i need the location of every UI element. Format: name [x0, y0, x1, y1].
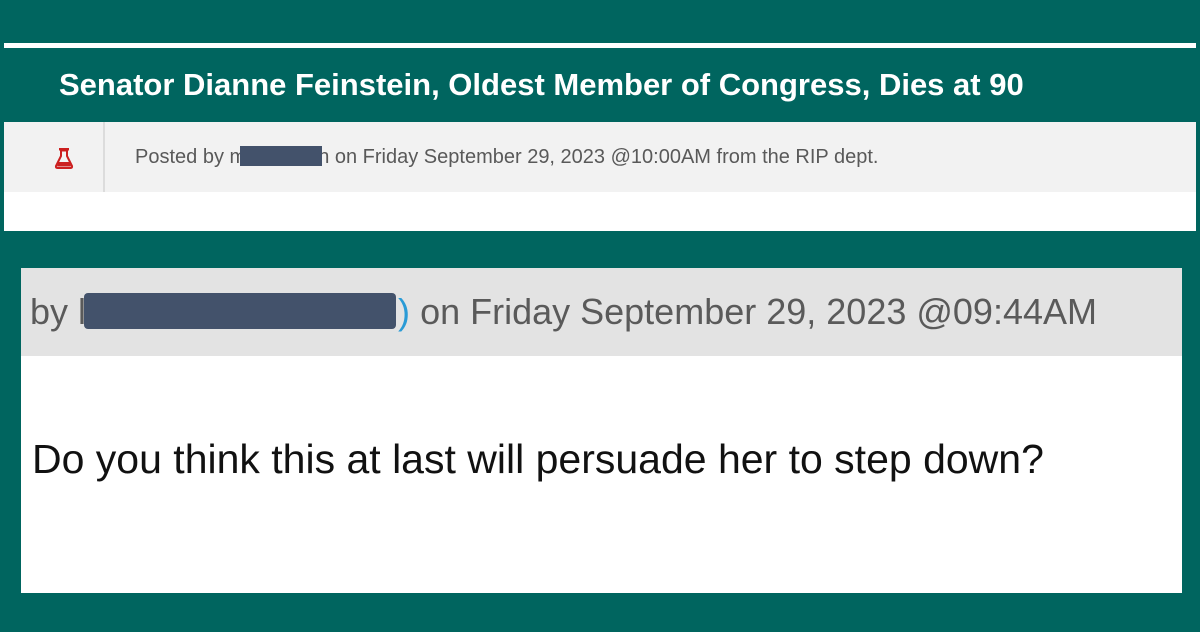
- comment-header: by l) on Friday September 29, 2023 @09:4…: [21, 268, 1182, 356]
- story-meta-bar: Posted by mh on Friday September 29, 202…: [4, 122, 1196, 192]
- comment-by-label: by: [30, 291, 69, 332]
- story-card: Posted by mh on Friday September 29, 202…: [4, 122, 1196, 231]
- flask-icon[interactable]: [53, 147, 75, 169]
- posted-by-line: Posted by mh on Friday September 29, 202…: [135, 122, 878, 192]
- story-title[interactable]: Senator Dianne Feinstein, Oldest Member …: [4, 48, 1196, 122]
- topic-icon-cell[interactable]: [4, 122, 105, 192]
- comment-author-redaction: [84, 293, 397, 330]
- comment-timestamp: on Friday September 29, 2023 @09:44AM: [420, 291, 1097, 332]
- comment-author-link[interactable]: l): [78, 291, 410, 332]
- comment-author-partial-end: ): [398, 291, 411, 332]
- story-author-redaction: [240, 145, 323, 166]
- story-author-link[interactable]: mh: [230, 145, 329, 168]
- comment-body-text: Do you think this at last will persuade …: [32, 436, 1044, 482]
- comment-card: by l) on Friday September 29, 2023 @09:4…: [21, 268, 1182, 593]
- posted-date-dept: on Friday September 29, 2023 @10:00AM fr…: [334, 146, 879, 168]
- posted-by-label: Posted by: [135, 146, 224, 168]
